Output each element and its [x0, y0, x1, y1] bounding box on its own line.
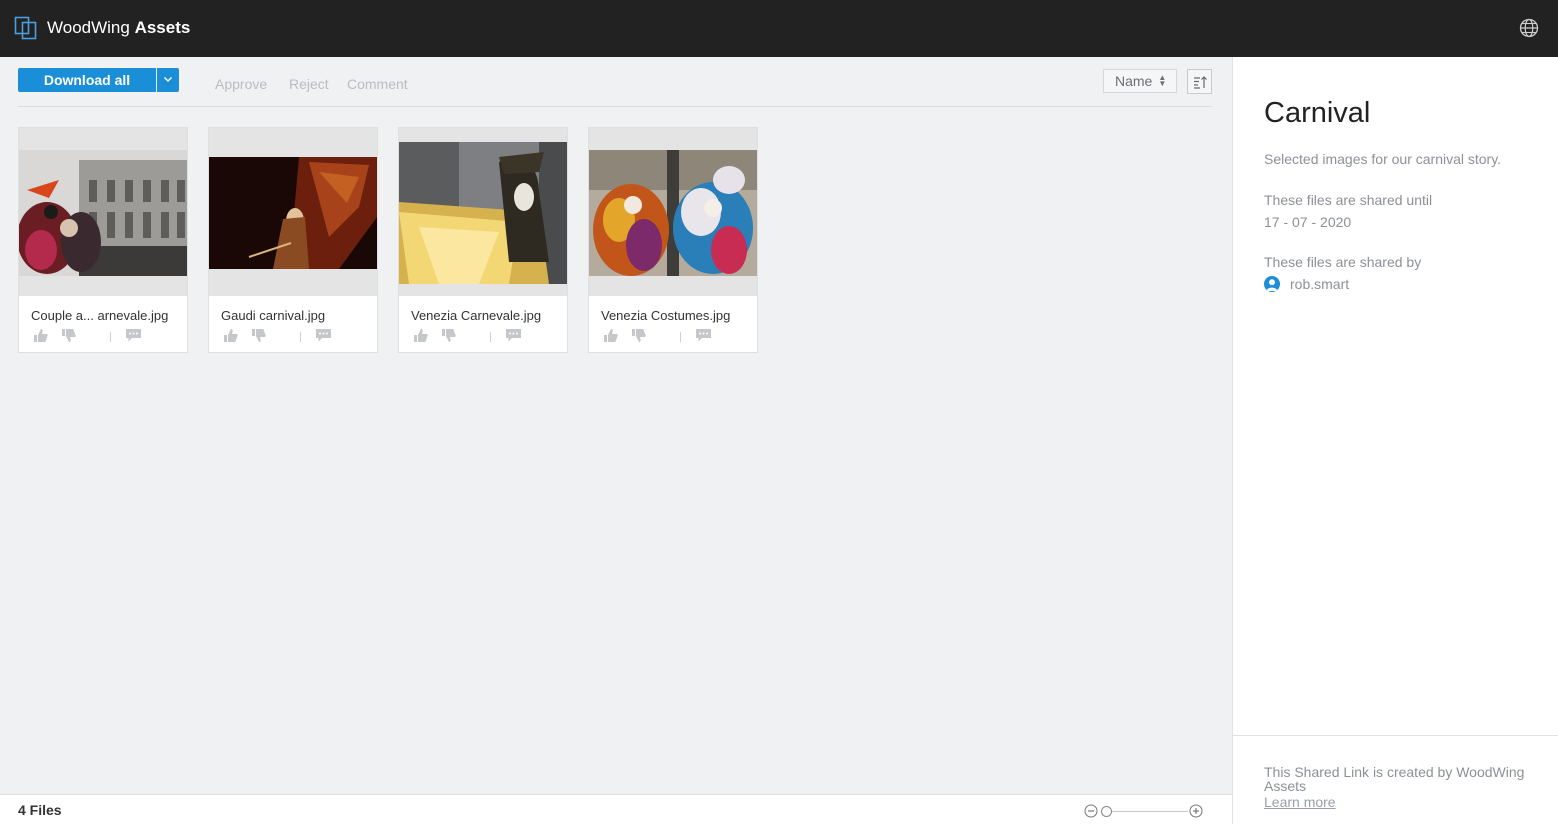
file-card[interactable]: Gaudi carnival.jpg — [208, 127, 378, 353]
sort-arrows-icon: ▲ ▼ — [1158, 73, 1167, 88]
thumbs-up-icon[interactable] — [33, 328, 48, 343]
file-actions — [601, 328, 751, 346]
collection-description: Selected images for our carnival story. — [1264, 151, 1502, 167]
zoom-in-icon[interactable] — [1189, 804, 1203, 818]
file-card[interactable]: Couple a... arnevale.jpg — [18, 127, 188, 353]
comment-icon[interactable] — [315, 328, 332, 343]
file-card[interactable]: Venezia Carnevale.jpg — [398, 127, 568, 353]
main-area: Download all Approve Reject Comment Name… — [0, 57, 1232, 824]
thumbnail[interactable] — [209, 128, 377, 296]
file-name[interactable]: Couple a... arnevale.jpg — [31, 308, 168, 323]
collection-title: Carnival — [1264, 97, 1371, 129]
approve-button[interactable]: Approve — [215, 76, 267, 92]
sort-field-label: Name — [1115, 73, 1153, 89]
brand-name-light: WoodWing — [47, 18, 130, 37]
divider — [680, 332, 681, 342]
thumbs-down-icon[interactable] — [631, 328, 646, 343]
divider — [490, 332, 491, 342]
shared-by-user: rob.smart — [1264, 276, 1349, 292]
learn-more-link[interactable]: Learn more — [1264, 794, 1336, 810]
comment-icon[interactable] — [505, 328, 522, 343]
sort-field-select[interactable]: Name ▲ ▼ — [1103, 69, 1177, 93]
divider — [300, 332, 301, 342]
brand-name: WoodWing Assets — [47, 18, 190, 38]
comment-button[interactable]: Comment — [347, 76, 408, 92]
comment-icon[interactable] — [695, 328, 712, 343]
thumbs-up-icon[interactable] — [223, 328, 238, 343]
globe-icon[interactable] — [1519, 18, 1539, 38]
thumbs-up-icon[interactable] — [413, 328, 428, 343]
thumbnail-image — [19, 150, 187, 276]
download-all-button[interactable]: Download all — [18, 68, 156, 92]
thumbnail[interactable] — [19, 128, 187, 296]
user-name: rob.smart — [1290, 276, 1350, 292]
zoom-handle[interactable] — [1101, 806, 1112, 817]
panel-footer: This Shared Link is created by WoodWing … — [1233, 735, 1558, 824]
brand[interactable]: WoodWing Assets — [14, 16, 190, 40]
file-actions — [221, 328, 371, 346]
download-options-button[interactable] — [157, 68, 179, 92]
thumbs-down-icon[interactable] — [61, 328, 76, 343]
file-name[interactable]: Venezia Costumes.jpg — [601, 308, 730, 323]
toolbar: Download all Approve Reject Comment Name… — [18, 67, 1212, 107]
comment-icon[interactable] — [125, 328, 142, 343]
sort-ascending-icon — [1194, 76, 1207, 89]
shared-link-note: This Shared Link is created by WoodWing … — [1264, 764, 1525, 794]
shared-by-label: These files are shared by — [1264, 254, 1422, 270]
zoom-slider[interactable] — [1084, 804, 1206, 820]
details-panel: Carnival Selected images for our carniva… — [1232, 57, 1558, 824]
thumbnail-image — [589, 150, 757, 276]
thumbs-up-icon[interactable] — [603, 328, 618, 343]
file-actions — [411, 328, 561, 346]
sort-direction-button[interactable] — [1187, 69, 1212, 94]
chevron-down-icon — [163, 76, 173, 83]
user-avatar-icon — [1264, 276, 1280, 292]
brand-name-bold: Assets — [134, 18, 191, 37]
status-bar: 4 Files — [0, 794, 1232, 824]
divider — [110, 332, 111, 342]
zoom-track[interactable] — [1108, 811, 1188, 812]
zoom-out-icon[interactable] — [1084, 804, 1098, 818]
file-actions — [31, 328, 181, 346]
shared-until-date: 17 - 07 - 2020 — [1264, 214, 1352, 230]
shared-until-label: These files are shared until — [1264, 192, 1433, 208]
thumbs-down-icon[interactable] — [441, 328, 456, 343]
file-name[interactable]: Venezia Carnevale.jpg — [411, 308, 541, 323]
thumbnail[interactable] — [399, 128, 567, 296]
thumbnail[interactable] — [589, 128, 757, 296]
thumbnail-image — [399, 142, 567, 284]
thumbs-down-icon[interactable] — [251, 328, 266, 343]
file-card[interactable]: Venezia Costumes.jpg — [588, 127, 758, 353]
woodwing-logo-icon — [14, 16, 38, 40]
top-bar: WoodWing Assets — [0, 0, 1558, 57]
reject-button[interactable]: Reject — [289, 76, 329, 92]
file-name[interactable]: Gaudi carnival.jpg — [221, 308, 325, 323]
thumbnail-image — [209, 157, 377, 269]
files-count: 4 Files — [18, 802, 62, 818]
